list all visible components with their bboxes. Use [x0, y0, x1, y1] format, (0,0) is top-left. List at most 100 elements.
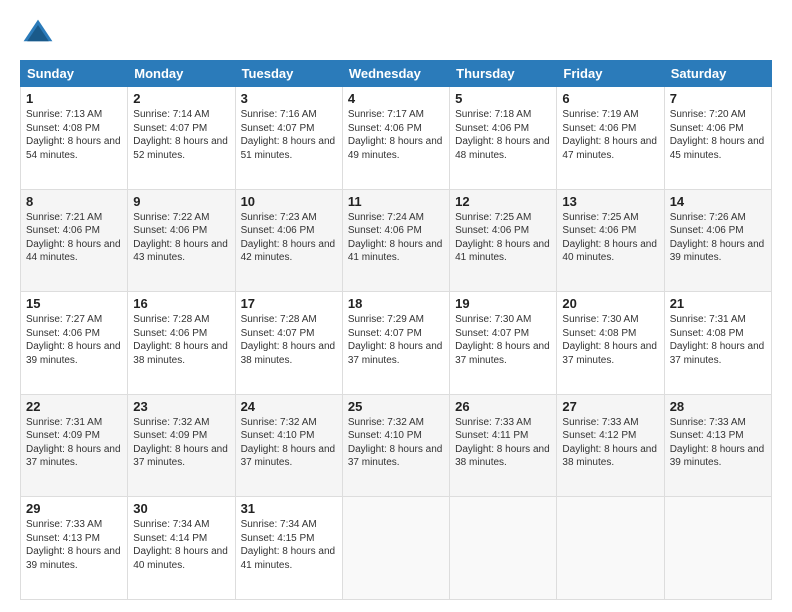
cell-info: Sunrise: 7:17 AMSunset: 4:06 PMDaylight:… [348, 109, 443, 161]
day-number: 12 [455, 194, 551, 209]
cell-info: Sunrise: 7:19 AMSunset: 4:06 PMDaylight:… [562, 109, 657, 161]
cell-info: Sunrise: 7:29 AMSunset: 4:07 PMDaylight:… [348, 314, 443, 366]
calendar-cell: 15Sunrise: 7:27 AMSunset: 4:06 PMDayligh… [21, 292, 128, 395]
weekday-header: Monday [128, 61, 235, 87]
calendar-cell: 17 Sunrise: 7:28 AMSunset: 4:07 PMDayligh… [235, 292, 342, 395]
calendar-cell: 12 Sunrise: 7:25 AMSunset: 4:06 PMDayligh… [450, 189, 557, 292]
calendar-cell: 5Sunrise: 7:18 AMSunset: 4:06 PMDaylight… [450, 87, 557, 190]
calendar-cell: 25 Sunrise: 7:32 AMSunset: 4:10 PMDayligh… [342, 394, 449, 497]
calendar-cell: 28 Sunrise: 7:33 AMSunset: 4:13 PMDayligh… [664, 394, 771, 497]
calendar-cell: 2 Sunrise: 7:14 AMSunset: 4:07 PMDaylight… [128, 87, 235, 190]
day-number: 21 [670, 296, 766, 311]
cell-info: Sunrise: 7:31 AMSunset: 4:08 PMDaylight:… [670, 314, 765, 366]
calendar-cell: 20 Sunrise: 7:30 AMSunset: 4:08 PMDayligh… [557, 292, 664, 395]
header [20, 16, 772, 52]
day-number: 14 [670, 194, 766, 209]
cell-info: Sunrise: 7:21 AMSunset: 4:06 PMDaylight:… [26, 212, 121, 264]
cell-info: Sunrise: 7:24 AMSunset: 4:06 PMDaylight:… [348, 212, 443, 264]
cell-info: Sunrise: 7:18 AMSunset: 4:06 PMDaylight:… [455, 109, 550, 161]
calendar-cell: 24 Sunrise: 7:32 AMSunset: 4:10 PMDayligh… [235, 394, 342, 497]
calendar-cell: 16 Sunrise: 7:28 AMSunset: 4:06 PMDayligh… [128, 292, 235, 395]
cell-info: Sunrise: 7:32 AMSunset: 4:10 PMDaylight:… [241, 417, 336, 469]
logo-icon [20, 16, 56, 52]
day-number: 1 [26, 91, 122, 106]
cell-info: Sunrise: 7:26 AMSunset: 4:06 PMDaylight:… [670, 212, 765, 264]
calendar-week-row: 1 Sunrise: 7:13 AMSunset: 4:08 PMDaylight… [21, 87, 772, 190]
day-number: 9 [133, 194, 229, 209]
cell-info: Sunrise: 7:14 AMSunset: 4:07 PMDaylight:… [133, 109, 228, 161]
calendar-cell: 23 Sunrise: 7:32 AMSunset: 4:09 PMDayligh… [128, 394, 235, 497]
cell-info: Sunrise: 7:28 AMSunset: 4:07 PMDaylight:… [241, 314, 336, 366]
day-number: 18 [348, 296, 444, 311]
day-number: 8 [26, 194, 122, 209]
calendar-cell: 14 Sunrise: 7:26 AMSunset: 4:06 PMDayligh… [664, 189, 771, 292]
day-number: 16 [133, 296, 229, 311]
cell-info: Sunrise: 7:33 AMSunset: 4:13 PMDaylight:… [670, 417, 765, 469]
calendar-cell: 19 Sunrise: 7:30 AMSunset: 4:07 PMDayligh… [450, 292, 557, 395]
cell-info: Sunrise: 7:22 AMSunset: 4:06 PMDaylight:… [133, 212, 228, 264]
calendar-cell: 27 Sunrise: 7:33 AMSunset: 4:12 PMDayligh… [557, 394, 664, 497]
calendar-cell: 13 Sunrise: 7:25 AMSunset: 4:06 PMDayligh… [557, 189, 664, 292]
calendar-cell: 9 Sunrise: 7:22 AMSunset: 4:06 PMDaylight… [128, 189, 235, 292]
cell-info: Sunrise: 7:33 AMSunset: 4:11 PMDaylight:… [455, 417, 550, 469]
cell-info: Sunrise: 7:25 AMSunset: 4:06 PMDaylight:… [562, 212, 657, 264]
cell-info: Sunrise: 7:32 AMSunset: 4:10 PMDaylight:… [348, 417, 443, 469]
calendar-cell [664, 497, 771, 600]
cell-info: Sunrise: 7:30 AMSunset: 4:08 PMDaylight:… [562, 314, 657, 366]
calendar-week-row: 8 Sunrise: 7:21 AMSunset: 4:06 PMDaylight… [21, 189, 772, 292]
calendar-cell: 1 Sunrise: 7:13 AMSunset: 4:08 PMDaylight… [21, 87, 128, 190]
calendar-week-row: 15Sunrise: 7:27 AMSunset: 4:06 PMDayligh… [21, 292, 772, 395]
cell-info: Sunrise: 7:32 AMSunset: 4:09 PMDaylight:… [133, 417, 228, 469]
calendar-cell: 7 Sunrise: 7:20 AMSunset: 4:06 PMDaylight… [664, 87, 771, 190]
cell-info: Sunrise: 7:31 AMSunset: 4:09 PMDaylight:… [26, 417, 121, 469]
cell-info: Sunrise: 7:20 AMSunset: 4:06 PMDaylight:… [670, 109, 765, 161]
calendar-cell: 30 Sunrise: 7:34 AMSunset: 4:14 PMDayligh… [128, 497, 235, 600]
calendar-cell [342, 497, 449, 600]
weekday-header: Friday [557, 61, 664, 87]
calendar-cell: 26 Sunrise: 7:33 AMSunset: 4:11 PMDayligh… [450, 394, 557, 497]
day-number: 20 [562, 296, 658, 311]
day-number: 29 [26, 501, 122, 516]
day-number: 24 [241, 399, 337, 414]
calendar-cell: 10 Sunrise: 7:23 AMSunset: 4:06 PMDayligh… [235, 189, 342, 292]
cell-info: Sunrise: 7:13 AMSunset: 4:08 PMDaylight:… [26, 109, 121, 161]
cell-info: Sunrise: 7:34 AMSunset: 4:14 PMDaylight:… [133, 519, 228, 571]
day-number: 11 [348, 194, 444, 209]
calendar-cell [450, 497, 557, 600]
day-number: 3 [241, 91, 337, 106]
weekday-header: Saturday [664, 61, 771, 87]
cell-info: Sunrise: 7:28 AMSunset: 4:06 PMDaylight:… [133, 314, 228, 366]
calendar-cell: 22 Sunrise: 7:31 AMSunset: 4:09 PMDayligh… [21, 394, 128, 497]
day-number: 22 [26, 399, 122, 414]
day-number: 25 [348, 399, 444, 414]
cell-info: Sunrise: 7:16 AMSunset: 4:07 PMDaylight:… [241, 109, 336, 161]
day-number: 30 [133, 501, 229, 516]
day-number: 17 [241, 296, 337, 311]
cell-info: Sunrise: 7:23 AMSunset: 4:06 PMDaylight:… [241, 212, 336, 264]
day-number: 23 [133, 399, 229, 414]
calendar-cell: 3 Sunrise: 7:16 AMSunset: 4:07 PMDaylight… [235, 87, 342, 190]
page: SundayMondayTuesdayWednesdayThursdayFrid… [0, 0, 792, 612]
day-number: 2 [133, 91, 229, 106]
day-number: 7 [670, 91, 766, 106]
weekday-header: Sunday [21, 61, 128, 87]
day-number: 26 [455, 399, 551, 414]
day-number: 13 [562, 194, 658, 209]
calendar-week-row: 29 Sunrise: 7:33 AMSunset: 4:13 PMDayligh… [21, 497, 772, 600]
cell-info: Sunrise: 7:27 AMSunset: 4:06 PMDaylight:… [26, 314, 121, 366]
cell-info: Sunrise: 7:30 AMSunset: 4:07 PMDaylight:… [455, 314, 550, 366]
day-number: 4 [348, 91, 444, 106]
cell-info: Sunrise: 7:25 AMSunset: 4:06 PMDaylight:… [455, 212, 550, 264]
day-number: 27 [562, 399, 658, 414]
calendar-cell: 4 Sunrise: 7:17 AMSunset: 4:06 PMDaylight… [342, 87, 449, 190]
weekday-header: Tuesday [235, 61, 342, 87]
cell-info: Sunrise: 7:33 AMSunset: 4:12 PMDaylight:… [562, 417, 657, 469]
day-number: 10 [241, 194, 337, 209]
day-number: 28 [670, 399, 766, 414]
calendar-cell: 8 Sunrise: 7:21 AMSunset: 4:06 PMDaylight… [21, 189, 128, 292]
day-number: 19 [455, 296, 551, 311]
logo [20, 16, 58, 52]
weekday-header: Thursday [450, 61, 557, 87]
cell-info: Sunrise: 7:33 AMSunset: 4:13 PMDaylight:… [26, 519, 121, 571]
calendar-cell [557, 497, 664, 600]
